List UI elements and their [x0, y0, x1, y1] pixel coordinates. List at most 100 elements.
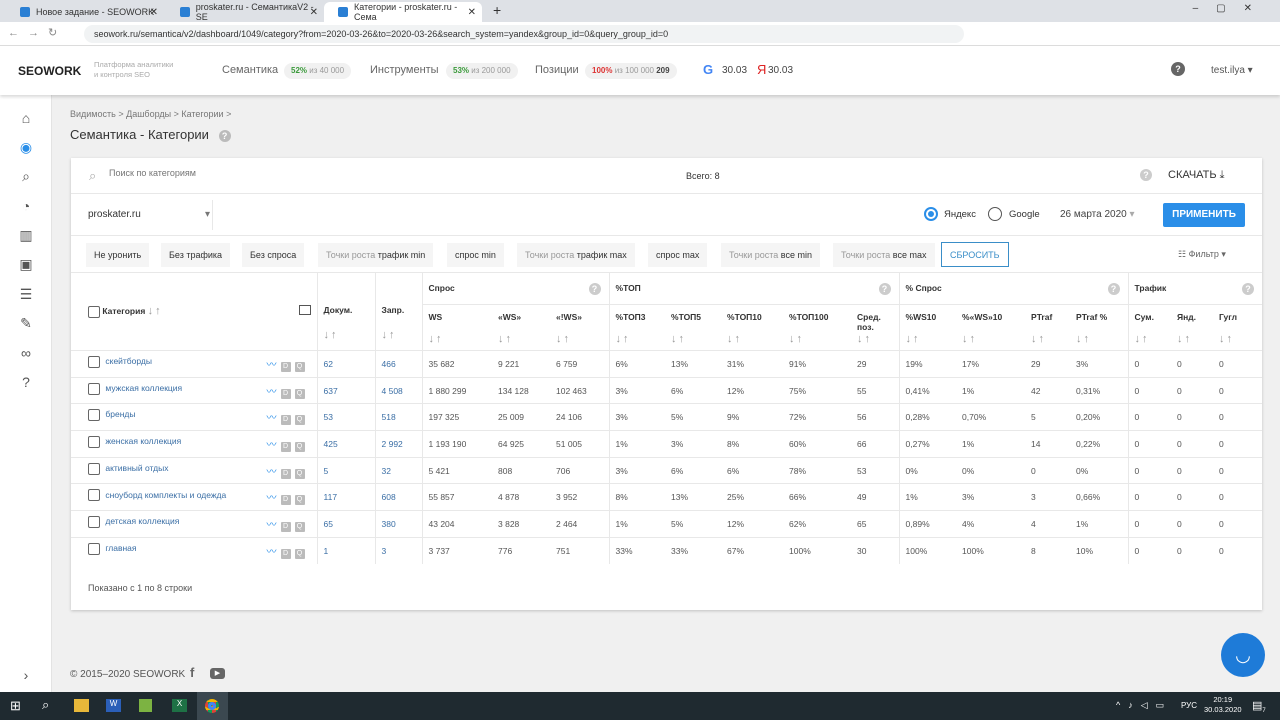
user-menu[interactable]: test.ilya ▾	[1211, 65, 1253, 76]
breadcrumb-link[interactable]: Категории	[181, 109, 223, 119]
cell-1[interactable]: 62	[316, 350, 375, 378]
clock[interactable]: 20:19 30.03.2020	[1204, 695, 1242, 715]
category-link[interactable]: активный отдых	[105, 463, 168, 473]
cell-2[interactable]: 3	[374, 536, 422, 564]
cell-2[interactable]: 2 992	[374, 430, 422, 458]
bar-chart-icon[interactable]: ▥	[18, 227, 34, 243]
search-page-icon[interactable]: ⌕	[18, 168, 34, 184]
nav-buttons[interactable]: ←→↻	[8, 26, 66, 39]
radio-google-label[interactable]: Google	[1009, 209, 1040, 220]
help-icon[interactable]: ?	[18, 374, 34, 390]
row-checkbox[interactable]	[88, 355, 100, 368]
trend-chart-icon[interactable]: 〰	[267, 360, 277, 371]
sort-arrows-icon[interactable]: ↓↑	[382, 329, 397, 341]
select-all-checkbox[interactable]	[88, 305, 100, 318]
documents-icon[interactable]: D	[280, 468, 291, 479]
documents-icon[interactable]: D	[280, 548, 291, 559]
sort-arrows-icon[interactable]: ↓↑	[616, 333, 631, 345]
trend-chart-icon[interactable]: 〰	[267, 547, 277, 558]
excel-icon[interactable]: X	[172, 699, 187, 712]
cell-1[interactable]: 65	[316, 510, 375, 538]
expand-sidebar-icon[interactable]: ›	[18, 667, 34, 683]
new-tab-button[interactable]: +	[493, 2, 501, 18]
help-icon[interactable]: ?	[1140, 169, 1152, 181]
cell-1[interactable]: 1	[316, 536, 375, 564]
chat-widget-button[interactable]: ◡	[1221, 633, 1265, 677]
category-link[interactable]: главная	[105, 543, 136, 553]
chip[interactable]: Не уронить	[86, 243, 150, 267]
cell-1[interactable]: 5	[316, 456, 375, 484]
queries-icon[interactable]: Q	[294, 521, 305, 532]
sort-arrows-icon[interactable]: ↓↑	[1076, 333, 1091, 345]
sort-arrows-icon[interactable]: ↓↑	[1031, 333, 1046, 345]
trend-chart-icon[interactable]: 〰	[267, 493, 277, 504]
cell-2[interactable]: 380	[374, 510, 422, 538]
help-icon[interactable]: ?	[218, 130, 231, 142]
row-checkbox[interactable]	[88, 542, 100, 555]
documents-icon[interactable]: D	[280, 495, 291, 506]
trend-chart-icon[interactable]: 〰	[267, 520, 277, 531]
window-controls[interactable]: –▢✕	[1193, 3, 1270, 14]
cell-1[interactable]: 117	[316, 483, 375, 511]
eye-icon[interactable]: ◉	[18, 139, 34, 155]
row-checkbox[interactable]	[88, 515, 100, 528]
apply-button[interactable]: ПРИМЕНИТЬ	[1163, 203, 1245, 227]
list-icon[interactable]: ☰	[18, 286, 34, 302]
home-icon[interactable]: ⌂	[18, 110, 34, 126]
sort-arrows-icon[interactable]: ↓↑	[727, 333, 742, 345]
documents-icon[interactable]: D	[280, 441, 291, 452]
help-icon[interactable]: ?	[588, 282, 601, 295]
category-link[interactable]: бренды	[105, 409, 135, 419]
help-icon[interactable]: ?	[878, 282, 891, 295]
filter-button[interactable]: ☷ Фильтр ▾	[1178, 249, 1226, 260]
browser-tab-active[interactable]: Категории - proskater.ru - Сема ✕	[324, 2, 482, 22]
reset-button[interactable]: СБРОСИТЬ	[941, 242, 1009, 267]
link-icon[interactable]: ∞	[18, 345, 34, 361]
trend-chart-icon[interactable]: 〰	[267, 413, 277, 424]
chip[interactable]: Без трафика	[161, 243, 231, 267]
sort-arrows-icon[interactable]: ↓↑	[671, 333, 686, 345]
chip[interactable]: спрос min	[447, 243, 504, 267]
sort-arrows-icon[interactable]: ↓↑	[857, 333, 872, 345]
category-link[interactable]: женская коллекция	[105, 436, 181, 446]
start-icon[interactable]: ⊞	[10, 698, 21, 714]
radio-yandex[interactable]	[924, 207, 938, 221]
queries-icon[interactable]: Q	[294, 548, 305, 559]
project-select[interactable]: proskater.ru ▾	[88, 209, 210, 220]
queries-icon[interactable]: Q	[294, 415, 305, 426]
documents-icon[interactable]: D	[280, 521, 291, 532]
cell-1[interactable]: 53	[316, 403, 375, 431]
breadcrumb-link[interactable]: Видимость	[70, 109, 116, 119]
queries-icon[interactable]: Q	[294, 388, 305, 399]
sort-arrows-icon[interactable]: ↓↑	[556, 333, 571, 345]
sort-arrows-icon[interactable]: ↓↑	[1135, 333, 1150, 345]
cell-1[interactable]: 425	[316, 430, 375, 458]
close-tab-icon[interactable]: ✕	[310, 7, 318, 18]
cell-2[interactable]: 4 508	[374, 376, 422, 404]
category-link[interactable]: детская коллекция	[105, 516, 179, 526]
chrome-taskbar-button[interactable]	[197, 692, 228, 720]
documents-icon[interactable]: D	[280, 361, 291, 372]
queries-icon[interactable]: Q	[294, 495, 305, 506]
sort-arrows-icon[interactable]: ↓↑	[962, 333, 977, 345]
sort-arrows-icon[interactable]: ↓↑	[148, 305, 163, 317]
notifications-icon[interactable]: ▤7	[1252, 699, 1266, 714]
tray-icons[interactable]: ^♪◁▭	[1116, 700, 1172, 711]
cell-2[interactable]: 608	[374, 483, 422, 511]
chip[interactable]: Точки роста трафик max	[517, 243, 635, 267]
search-icon[interactable]: ⌕	[42, 697, 49, 713]
chip[interactable]: Точки роста все min	[721, 243, 820, 267]
language-indicator[interactable]: РУС	[1181, 701, 1197, 710]
row-checkbox[interactable]	[88, 435, 100, 448]
help-icon[interactable]: ?	[1107, 282, 1120, 295]
explorer-icon[interactable]	[74, 699, 89, 712]
chip[interactable]: Точки роста все max	[833, 243, 935, 267]
notepad-icon[interactable]	[139, 699, 152, 712]
trend-chart-icon[interactable]: 〰	[267, 387, 277, 398]
chip[interactable]: Без спроса	[242, 243, 305, 267]
sort-arrows-icon[interactable]: ↓↑	[324, 329, 339, 341]
pie-chart-icon[interactable]: ◔	[18, 198, 34, 214]
radio-yandex-label[interactable]: Яндекс	[944, 209, 976, 220]
category-search-input[interactable]	[109, 168, 509, 178]
help-icon[interactable]: ?	[1171, 62, 1185, 76]
